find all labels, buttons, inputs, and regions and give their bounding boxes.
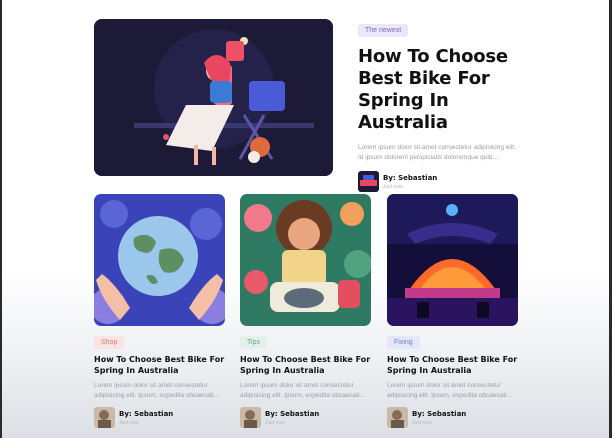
author-avatar[interactable]	[387, 407, 408, 428]
author-meta: Just now	[265, 419, 285, 426]
author-name[interactable]: By: Sebastian	[412, 410, 466, 418]
featured-post-image[interactable]	[94, 19, 333, 176]
newest-badge[interactable]: The newest	[358, 24, 409, 37]
author-avatar[interactable]	[358, 171, 379, 192]
author-avatar[interactable]	[94, 407, 115, 428]
author-avatar[interactable]	[240, 407, 261, 428]
window-frame-left	[0, 0, 2, 438]
featured-post-title[interactable]: How To Choose Best Bike For Spring In Au…	[358, 46, 518, 134]
author-meta: Just now	[119, 419, 139, 426]
post-card-title[interactable]: How To Choose Best Bike For Spring In Au…	[94, 354, 225, 376]
post-card-excerpt: Lorem ipsum dolor sit amet consectetur a…	[240, 382, 366, 399]
author-meta: Just now	[383, 183, 403, 190]
post-card-image[interactable]	[387, 194, 518, 326]
post-card-author: By: Sebastian Just now	[387, 407, 518, 428]
author-meta: Just now	[412, 419, 432, 426]
category-badge-tips[interactable]: Tips	[240, 336, 267, 349]
author-name[interactable]: By: Sebastian	[383, 174, 437, 182]
post-card-fixing: Fixing How To Choose Best Bike For Sprin…	[387, 194, 518, 428]
featured-post-content: The newest How To Choose Best Bike For S…	[358, 19, 518, 192]
post-card-image[interactable]	[240, 194, 371, 326]
post-card-author: By: Sebastian Just now	[94, 407, 225, 428]
post-card-tips: Tips How To Choose Best Bike For Spring …	[240, 194, 371, 428]
post-card-image[interactable]	[94, 194, 225, 326]
post-card-title[interactable]: How To Choose Best Bike For Spring In Au…	[387, 354, 518, 376]
category-badge-fixing[interactable]: Fixing	[387, 336, 420, 349]
featured-post-excerpt: Lorem ipsum dolor sit amet consectetur a…	[358, 144, 516, 161]
featured-post-author: By: Sebastian Just now	[358, 171, 518, 192]
post-card-excerpt: Lorem ipsum dolor sit amet consectetur a…	[387, 382, 513, 399]
author-name[interactable]: By: Sebastian	[119, 410, 173, 418]
category-badge-shop[interactable]: Shop	[94, 336, 125, 349]
author-name[interactable]: By: Sebastian	[265, 410, 319, 418]
post-card-shop: Shop How To Choose Best Bike For Spring …	[94, 194, 225, 428]
post-card-excerpt: Lorem ipsum dolor sit amet consectetur a…	[94, 382, 220, 399]
post-card-author: By: Sebastian Just now	[240, 407, 371, 428]
post-card-title[interactable]: How To Choose Best Bike For Spring In Au…	[240, 354, 371, 376]
